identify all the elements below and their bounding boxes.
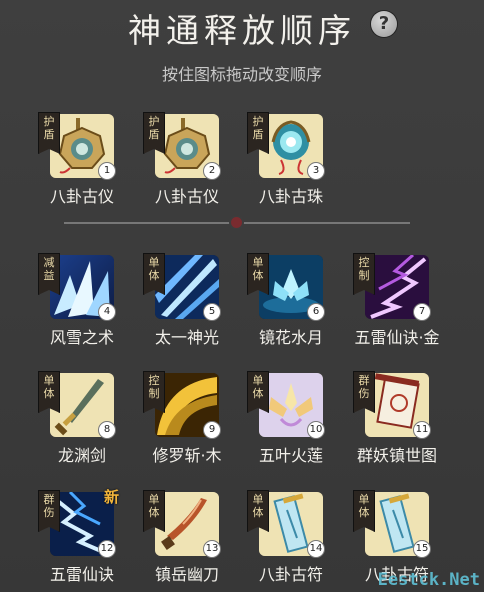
skill-slot[interactable]: 单体 13 镇岳幽刀 — [127, 490, 237, 592]
skill-name: 五雷仙诀·金 — [354, 328, 440, 347]
skill-slot[interactable]: 控制 7 五雷仙诀·金 — [337, 253, 447, 355]
badge-char: 单 — [43, 374, 55, 387]
divider-ornament — [231, 217, 242, 228]
skill-type-badge: 护盾 — [247, 112, 269, 154]
page-title: 神通释放顺序 — [128, 11, 356, 50]
badge-char: 单 — [148, 256, 160, 269]
badge-char: 制 — [358, 269, 370, 282]
badge-char: 控 — [358, 256, 370, 269]
help-icon[interactable]: ? — [371, 11, 397, 37]
skill-type-badge: 单体 — [143, 490, 165, 532]
skill-slot[interactable]: 护盾 1 八卦古仪 — [22, 112, 132, 214]
badge-char: 盾 — [148, 128, 160, 141]
skill-slot[interactable]: 减益 4 风雪之术 — [22, 253, 132, 355]
new-badge: 新 — [104, 488, 120, 506]
badge-char: 群 — [43, 493, 55, 506]
badge-char: 伤 — [358, 387, 370, 400]
order-number: 5 — [203, 303, 221, 321]
badge-char: 盾 — [43, 128, 55, 141]
order-number: 3 — [307, 162, 325, 180]
skill-name: 五叶火莲 — [258, 446, 323, 465]
badge-char: 单 — [358, 493, 370, 506]
badge-char: 单 — [252, 493, 264, 506]
badge-char: 盾 — [252, 128, 264, 141]
order-number: 10 — [307, 421, 325, 439]
skill-type-badge: 单体 — [353, 490, 375, 532]
badge-char: 单 — [252, 374, 264, 387]
skill-slot[interactable]: 护盾 3 八卦古珠 — [231, 112, 341, 214]
skill-name: 八卦古仪 — [49, 187, 114, 206]
skill-name: 镇岳幽刀 — [154, 565, 219, 584]
skill-type-badge: 单体 — [38, 371, 60, 413]
badge-char: 体 — [252, 269, 264, 282]
skill-name: 太一神光 — [154, 328, 219, 347]
skill-name: 群妖镇世图 — [356, 446, 437, 465]
badge-char: 护 — [43, 115, 55, 128]
skill-type-badge: 群伤 — [38, 490, 60, 532]
badge-char: 群 — [358, 374, 370, 387]
order-number: 15 — [413, 540, 431, 558]
skill-type-badge: 护盾 — [143, 112, 165, 154]
skill-name: 八卦古珠 — [258, 187, 323, 206]
skill-type-badge: 单体 — [143, 253, 165, 295]
skill-slot[interactable]: 单体 6 镜花水月 — [231, 253, 341, 355]
skill-slot[interactable]: 单体 8 龙渊剑 — [22, 371, 132, 473]
skill-type-badge: 单体 — [247, 371, 269, 413]
badge-char: 伤 — [43, 506, 55, 519]
skill-slot[interactable]: 群伤 11 群妖镇世图 — [337, 371, 447, 473]
skill-name: 龙渊剑 — [57, 446, 106, 465]
badge-char: 体 — [148, 269, 160, 282]
skill-type-badge: 护盾 — [38, 112, 60, 154]
order-number: 11 — [413, 421, 431, 439]
skill-type-badge: 控制 — [143, 371, 165, 413]
skill-slot[interactable]: 控制 9 修罗斩·木 — [127, 371, 237, 473]
skill-order-panel: 神通释放顺序 ? 按住图标拖动改变顺序 护盾 1 八卦古仪护盾 2 八卦古仪护盾 3 八卦古… — [0, 0, 484, 592]
order-number: 7 — [413, 303, 431, 321]
badge-char: 体 — [252, 506, 264, 519]
badge-char: 制 — [148, 387, 160, 400]
watermark: Eestck.Net — [377, 570, 480, 590]
badge-char: 护 — [148, 115, 160, 128]
badge-char: 体 — [148, 506, 160, 519]
order-number: 9 — [203, 421, 221, 439]
skill-name: 八卦古仪 — [154, 187, 219, 206]
order-number: 13 — [203, 540, 221, 558]
skill-type-badge: 单体 — [247, 253, 269, 295]
skill-name: 八卦古符 — [258, 565, 323, 584]
badge-char: 控 — [148, 374, 160, 387]
badge-char: 单 — [148, 493, 160, 506]
order-number: 1 — [98, 162, 116, 180]
skill-name: 风雪之术 — [49, 328, 114, 347]
page-subtitle: 按住图标拖动改变顺序 — [161, 65, 322, 84]
skill-slot[interactable]: 群伤 新 12 五雷仙诀 — [22, 488, 132, 592]
order-number: 4 — [98, 303, 116, 321]
badge-char: 体 — [252, 387, 264, 400]
order-number: 2 — [203, 162, 221, 180]
order-number: 6 — [307, 303, 325, 321]
badge-char: 单 — [252, 256, 264, 269]
order-number: 14 — [307, 540, 325, 558]
badge-char: 益 — [43, 269, 55, 282]
skill-type-badge: 单体 — [247, 490, 269, 532]
order-number: 12 — [98, 540, 116, 558]
badge-char: 体 — [43, 387, 55, 400]
skill-slot[interactable]: 单体 14 八卦古符 — [231, 490, 341, 592]
order-number: 8 — [98, 421, 116, 439]
skill-name: 修罗斩·木 — [152, 446, 222, 465]
skill-name: 五雷仙诀 — [49, 565, 114, 584]
badge-char: 体 — [358, 506, 370, 519]
skill-slot[interactable]: 单体 10 五叶火莲 — [231, 371, 341, 473]
skill-slot[interactable]: 单体 5 太一神光 — [127, 253, 237, 355]
skill-type-badge: 控制 — [353, 253, 375, 295]
skill-slot[interactable]: 护盾 2 八卦古仪 — [127, 112, 237, 214]
skill-type-badge: 群伤 — [353, 371, 375, 413]
skill-name: 镜花水月 — [258, 328, 323, 347]
badge-char: 护 — [252, 115, 264, 128]
badge-char: 减 — [43, 256, 55, 269]
skill-type-badge: 减益 — [38, 253, 60, 295]
